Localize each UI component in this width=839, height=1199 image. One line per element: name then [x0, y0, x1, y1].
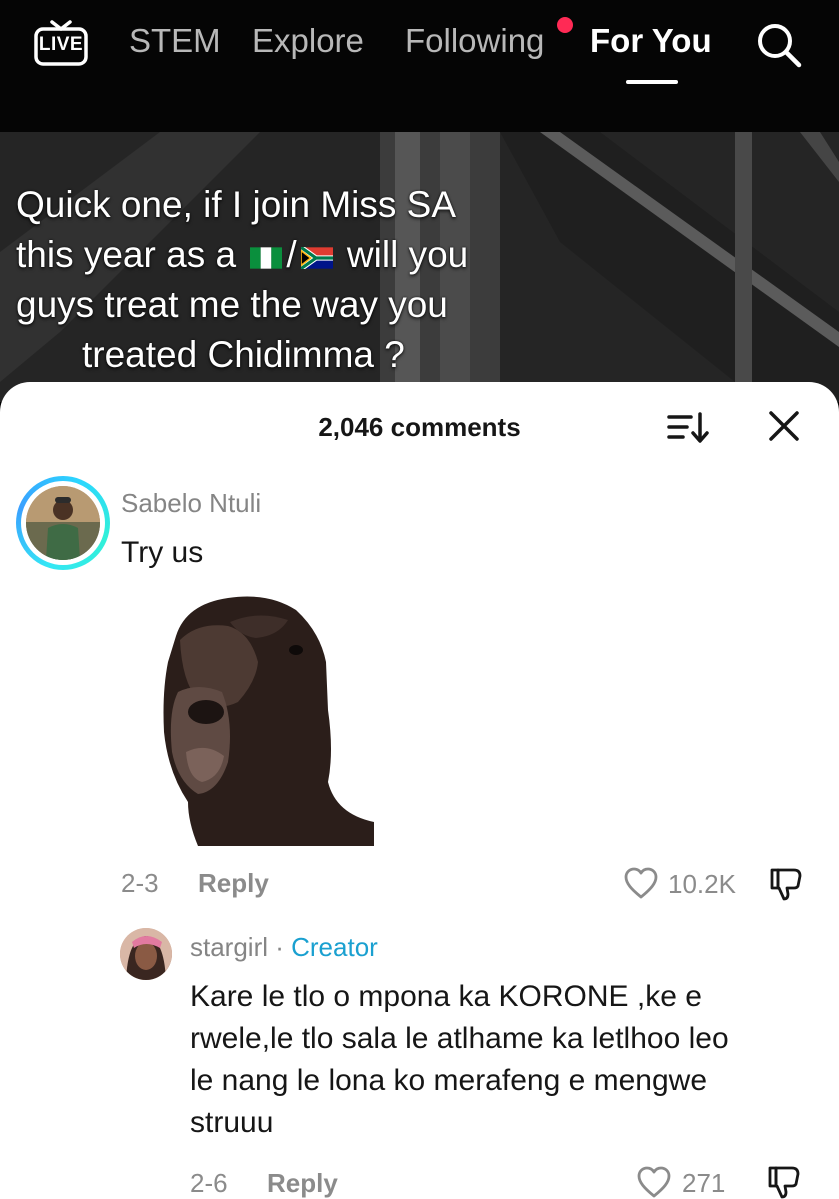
close-comments-button[interactable]	[766, 408, 802, 444]
caption-line-2: this year as a / will you	[16, 230, 536, 280]
top-navigation-bar: LIVE STEM Explore Following For You	[0, 0, 839, 132]
nigeria-flag-icon	[250, 247, 283, 269]
close-icon	[769, 411, 799, 441]
username-separator: ·	[268, 932, 292, 962]
live-button[interactable]: LIVE	[32, 16, 90, 68]
sort-comments-button[interactable]	[667, 410, 711, 446]
comments-sheet: 2,046 comments Sabelo Ntuli Try us 2-3 R…	[0, 382, 839, 1199]
active-tab-indicator	[626, 80, 678, 84]
reply-date: 2-6	[190, 1168, 228, 1198]
dislike-icon[interactable]	[766, 1164, 802, 1199]
commenter-avatar-story-ring[interactable]	[16, 476, 110, 570]
video-caption: Quick one, if I join Miss SA this year a…	[16, 180, 536, 380]
like-count: 271	[682, 1168, 726, 1198]
search-icon	[758, 24, 802, 68]
comment-username[interactable]: Sabelo Ntuli	[121, 488, 261, 519]
caption-line-2-prefix: this year as a	[16, 234, 237, 275]
tab-following[interactable]: Following	[405, 22, 544, 60]
goat-sticker	[158, 592, 376, 846]
avatar[interactable]	[120, 928, 172, 980]
dislike-icon[interactable]	[768, 866, 804, 902]
reply-text-line: le nang le lona ko merafeng e mengwe	[190, 1064, 708, 1097]
reply-username[interactable]: stargirl	[190, 932, 268, 962]
tab-for-you[interactable]: For You	[590, 22, 712, 60]
tab-stem[interactable]: STEM	[129, 22, 221, 60]
south-africa-flag-icon	[300, 247, 333, 269]
caption-line-2-suffix: will you	[346, 234, 469, 275]
live-label: LIVE	[38, 34, 84, 55]
video-player[interactable]: Quick one, if I join Miss SA this year a…	[0, 132, 839, 402]
avatar	[26, 486, 100, 560]
sort-icon	[667, 412, 709, 443]
flag-separator: /	[286, 234, 297, 275]
reply-button[interactable]: Reply	[267, 1168, 338, 1199]
caption-line-4: treated Chidimma ?	[82, 334, 405, 375]
heart-icon[interactable]	[623, 866, 659, 900]
reply-text-line: Kare le tlo o mpona ka KORONE ,ke e	[190, 980, 702, 1013]
caption-line-3: guys treat me the way you	[16, 284, 448, 325]
caption-line-1: Quick one, if I join Miss SA	[16, 184, 457, 225]
comment-date: 2-3	[121, 868, 159, 898]
reply-button[interactable]: Reply	[198, 868, 269, 899]
search-button[interactable]	[754, 20, 804, 70]
heart-icon[interactable]	[636, 1165, 672, 1199]
comment-text: Try us	[121, 536, 204, 569]
comments-count-title: 2,046 comments	[318, 412, 521, 442]
reply-text: Kare le tlo o mpona ka KORONE ,ke e rwel…	[190, 976, 820, 1144]
reply-text-line: rwele,le tlo sala le atlhame ka letlhoo …	[190, 1022, 729, 1055]
tab-explore[interactable]: Explore	[252, 22, 364, 60]
reply-username-line: stargirl · Creator	[190, 932, 378, 963]
like-count: 10.2K	[668, 869, 736, 899]
creator-badge: Creator	[291, 932, 378, 962]
following-notification-dot	[557, 17, 573, 33]
reply-text-line: struuu	[190, 1106, 274, 1139]
